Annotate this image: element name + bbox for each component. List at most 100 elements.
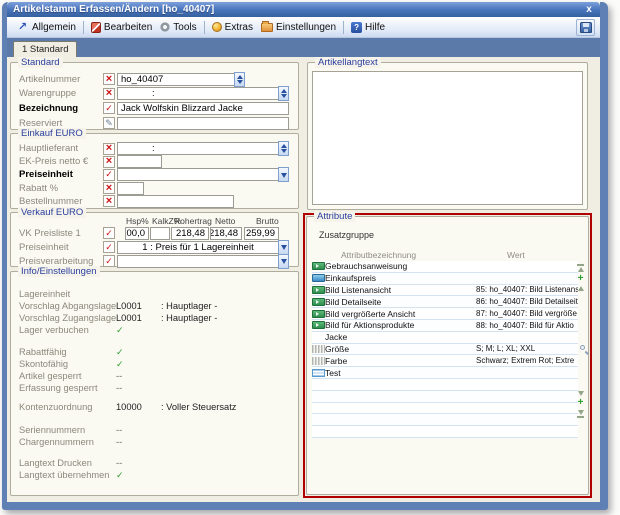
- spacer: [11, 448, 298, 457]
- field-label: EK-Preis netto €: [11, 156, 100, 167]
- menu-item-label: Extras: [225, 22, 253, 33]
- scroll-down-icon[interactable]: [578, 391, 584, 396]
- attribute-row-empty: [312, 426, 578, 438]
- attribute-row-bild-vergrößerte-ansicht[interactable]: Bild vergrößerte Ansicht87: ho_40407: Bi…: [312, 308, 578, 320]
- input-artikelnummer[interactable]: ho_40407: [117, 73, 235, 86]
- attribute-scroll-top-controls: [575, 263, 586, 291]
- attribute-value: 86: ho_40407: Bild Detailseit: [476, 297, 578, 306]
- group-attribute-title: Attribute: [314, 211, 355, 222]
- dropdown-button[interactable]: [278, 240, 289, 255]
- attribute-row-jacke[interactable]: Jacke: [312, 332, 578, 344]
- attribute-row-größe[interactable]: GrößeS; M; L; XL; XXL: [312, 344, 578, 356]
- attribute-scroll-bottom-controls: [575, 391, 586, 419]
- image-attribute-icon: [312, 262, 325, 270]
- image-attribute-icon: [312, 310, 325, 318]
- verkauf-column-headers: Hsp%KalkZ%RohertragNettoBrutto: [11, 216, 298, 225]
- spinner-button[interactable]: [278, 86, 289, 101]
- filled-flag-icon: [103, 102, 115, 114]
- info-label: Seriennummern: [11, 425, 116, 435]
- spinner-button[interactable]: [234, 72, 245, 87]
- required-flag-icon: [103, 195, 115, 207]
- input-hauptlieferant[interactable]: :: [117, 142, 279, 155]
- group-artikellangtext: Artikellangtext: [307, 62, 588, 210]
- menu-item-einstellungen[interactable]: Einstellungen: [257, 21, 340, 34]
- input-rabatt[interactable]: [117, 182, 144, 195]
- dash-mark: --: [116, 383, 122, 393]
- info-row-chargennummern: Chargennummern--: [11, 436, 298, 448]
- standard-rows: Artikelnummerho_40407Warengruppe:Bezeich…: [11, 63, 298, 130]
- input-reserviert[interactable]: [117, 117, 289, 130]
- attribute-value: Schwarz; Extrem Rot; Extre: [476, 356, 578, 365]
- price-field-4[interactable]: 259,99: [244, 227, 279, 240]
- attribute-row-gebrauchsanweisung[interactable]: Gebrauchsanweisung: [312, 261, 578, 273]
- menu-item-extras[interactable]: Extras: [208, 21, 257, 34]
- group-verkauf-euro: Verkauf EURO Hsp%KalkZ%RohertragNettoBru…: [10, 212, 299, 267]
- input-ek-preis-netto[interactable]: [117, 155, 162, 168]
- attribute-row-bild-listenansicht[interactable]: Bild Listenansicht85: ho_40407: Bild Lis…: [312, 285, 578, 297]
- group-info-einstellungen: Info/Einstellungen LagereinheitVorschlag…: [10, 271, 299, 496]
- menu-separator: [343, 21, 344, 34]
- scroll-last-icon[interactable]: [577, 410, 584, 419]
- info-row-erfassung-gesperrt: Erfassung gesperrt--: [11, 382, 298, 394]
- info-row-langtext-übernehmen: Langtext übernehmen✓: [11, 469, 298, 481]
- edit-flag-icon: [103, 117, 115, 129]
- info-label: Chargennummern: [11, 437, 116, 447]
- info-description-value: : Hauptlager -: [161, 313, 217, 323]
- column-header-hsp: Hsp%: [126, 216, 149, 226]
- input-preisverarbeitung[interactable]: [117, 255, 279, 268]
- menu-item-label: Tools: [173, 22, 196, 33]
- info-label: Vorschlag Abgangslager: [11, 301, 116, 311]
- spacer: [11, 336, 298, 346]
- image-attribute-icon: [312, 286, 325, 294]
- attribute-row-test[interactable]: Test: [312, 367, 578, 379]
- input-bezeichnung[interactable]: Jack Wolfskin Blizzard Jacke: [117, 102, 289, 115]
- menu-item-hilfe[interactable]: Hilfe: [347, 21, 389, 34]
- attribute-name: Farbe: [325, 356, 476, 366]
- input-preiseinheit[interactable]: 1 : Preis für 1 Lagereinheit: [117, 241, 279, 254]
- attribute-row-bild-detailseite[interactable]: Bild Detailseite86: ho_40407: Bild Detai…: [312, 296, 578, 308]
- menu-item-tools[interactable]: Tools: [156, 21, 200, 34]
- menu-items: Allgemein Bearbeiten Tools Extras Einstellun…: [12, 20, 389, 34]
- input-bestellnummer[interactable]: [117, 195, 234, 208]
- attribute-row-farbe[interactable]: FarbeSchwarz; Extrem Rot; Extre: [312, 355, 578, 367]
- field-label: Bestellnummer: [11, 196, 100, 207]
- dropdown-button[interactable]: [278, 167, 289, 182]
- attribute-name: Gebrauchsanweisung: [325, 261, 476, 271]
- group-standard-title: Standard: [18, 57, 63, 68]
- group-einkauf-title: Einkauf EURO: [18, 128, 86, 139]
- langtext-input[interactable]: [312, 71, 583, 205]
- tab-standard[interactable]: 1 Standard: [13, 41, 77, 57]
- attribute-row-bild-für-aktionsprodukte[interactable]: Bild für Aktionsprodukte88: ho_40407: Bi…: [312, 320, 578, 332]
- row-bezeichnung: BezeichnungJack Wolfskin Blizzard Jacke: [11, 101, 298, 116]
- tools-icon: [160, 22, 170, 32]
- info-label: Langtext übernehmen: [11, 470, 116, 480]
- input-preiseinheit[interactable]: [117, 168, 279, 181]
- attribute-row-einkaufspreis[interactable]: Einkaufspreis: [312, 273, 578, 285]
- scroll-first-icon[interactable]: [577, 263, 584, 272]
- menu-item-bearbeiten[interactable]: Bearbeiten: [87, 21, 156, 34]
- scroll-up-icon[interactable]: [578, 286, 584, 291]
- row-preiseinheit: Preiseinheit1 : Preis für 1 Lagereinheit: [11, 240, 298, 254]
- price-field-3[interactable]: 218,48: [210, 227, 242, 240]
- close-button[interactable]: x: [582, 3, 596, 16]
- add-row-icon[interactable]: [578, 275, 584, 283]
- field-label: Preiseinheit: [11, 169, 100, 180]
- filled-flag-icon: [103, 241, 115, 253]
- spinner-button[interactable]: [278, 141, 289, 156]
- info-row-langtext-drucken: Langtext Drucken--: [11, 457, 298, 469]
- dropdown-button[interactable]: [278, 254, 289, 269]
- titlebar: Artikelstamm Erfassen/Ändern [ho_40407] …: [7, 2, 600, 17]
- price-field-2[interactable]: 218,48: [171, 227, 209, 240]
- add-row-icon[interactable]: [578, 399, 584, 407]
- input-warengruppe[interactable]: :: [117, 87, 279, 100]
- attribute-list: Gebrauchsanweisung EinkaufspreisBild List…: [312, 261, 578, 438]
- info-row-lagereinheit: Lagereinheit: [11, 288, 298, 300]
- search-icon[interactable]: [580, 345, 589, 354]
- menu-item-allgemein[interactable]: Allgemein: [12, 20, 80, 34]
- menu-item-label: Bearbeiten: [104, 22, 152, 33]
- save-button[interactable]: [576, 19, 595, 36]
- info-row-artikel-gesperrt: Artikel gesperrt--: [11, 370, 298, 382]
- price-field-1[interactable]: [150, 227, 170, 240]
- attribute-value: 88: ho_40407: Bild für Aktio: [476, 321, 578, 330]
- price-field-0[interactable]: 100,0: [125, 227, 149, 240]
